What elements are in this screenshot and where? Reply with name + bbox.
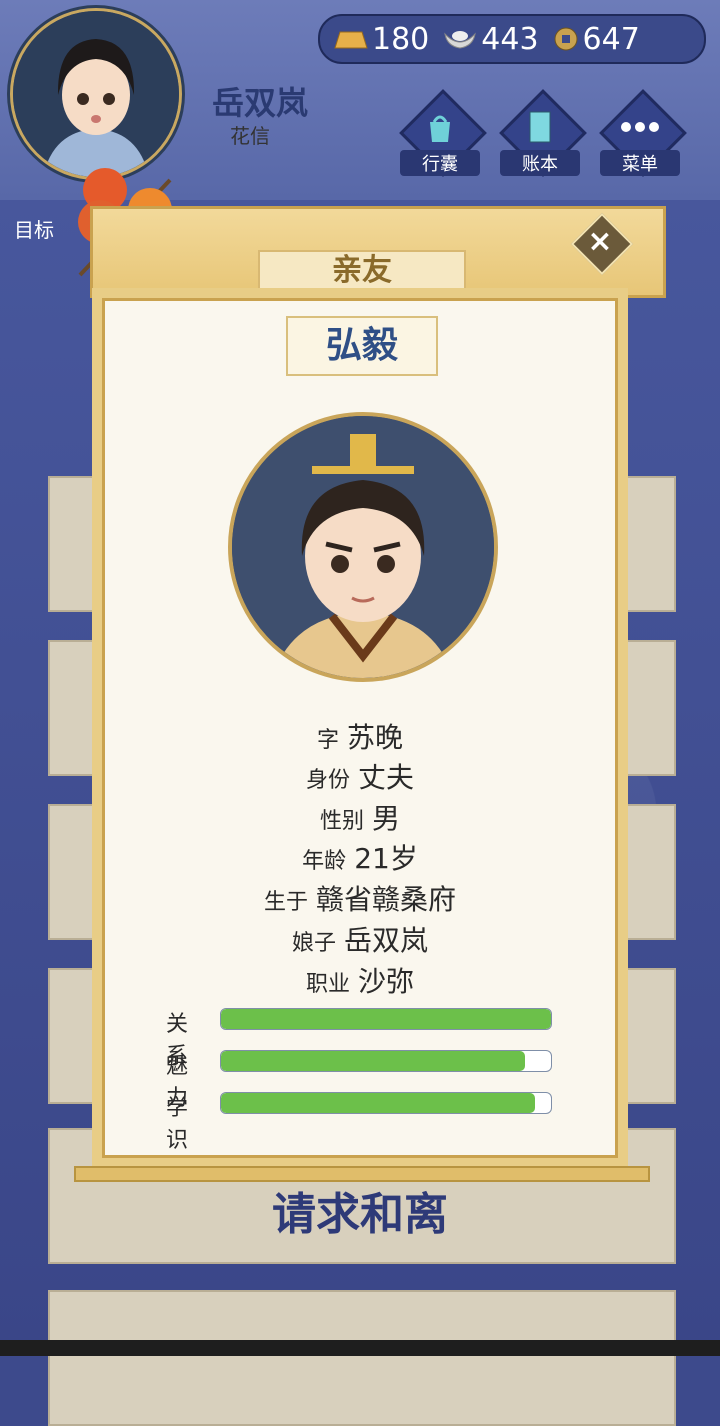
- inventory-button[interactable]: 行囊: [399, 89, 487, 178]
- panel-title: 亲友: [258, 250, 466, 292]
- person-name: 弘毅: [286, 316, 438, 376]
- person-portrait: [228, 412, 498, 682]
- inventory-label: 行囊: [400, 150, 480, 176]
- player-avatar[interactable]: [10, 8, 182, 180]
- info-age: 年龄 21岁: [302, 842, 418, 875]
- silver-ingot-icon: [444, 31, 477, 49]
- player-name: 岳双岚: [211, 84, 308, 122]
- info-courtesy-name: 字苏晚: [316, 721, 404, 754]
- info-occupation: 职业 沙弥: [305, 965, 415, 998]
- silver-currency: 443: [443, 21, 539, 57]
- info-gender: 性别男: [319, 802, 401, 835]
- coin-currency: 647: [553, 22, 640, 57]
- player-subtitle: 花信: [230, 124, 270, 148]
- gold-currency: 180: [334, 22, 429, 57]
- coin-amount: 647: [582, 21, 640, 57]
- silver-amount: 443: [481, 21, 539, 57]
- request-divorce-text: 请求和离: [272, 1189, 448, 1240]
- panel-bottom-rod: [74, 1166, 650, 1182]
- gold-amount: 180: [372, 21, 430, 57]
- info-birthplace: 生于 赣省赣桑府: [263, 883, 457, 916]
- gold-bar-icon: [334, 31, 368, 49]
- info-identity: 身份 丈夫: [305, 761, 415, 794]
- ledger-label: 账本: [500, 150, 580, 176]
- info-wife: 娘子 岳双岚: [291, 924, 429, 957]
- goal-label: 目标: [14, 218, 54, 242]
- menu-label: 菜单: [600, 150, 680, 176]
- bag-icon: [430, 115, 450, 142]
- list-card[interactable]: [48, 1290, 676, 1426]
- system-nav-bar: [0, 1340, 720, 1356]
- more-dots-icon: [621, 122, 659, 132]
- ledger-book-icon: [529, 111, 551, 143]
- menu-button[interactable]: 菜单: [599, 89, 687, 178]
- copper-coin-icon: [554, 27, 578, 51]
- currency-bar: 180 443 647: [318, 14, 706, 64]
- close-icon[interactable]: ×: [580, 222, 620, 262]
- ledger-button[interactable]: 账本: [499, 89, 587, 178]
